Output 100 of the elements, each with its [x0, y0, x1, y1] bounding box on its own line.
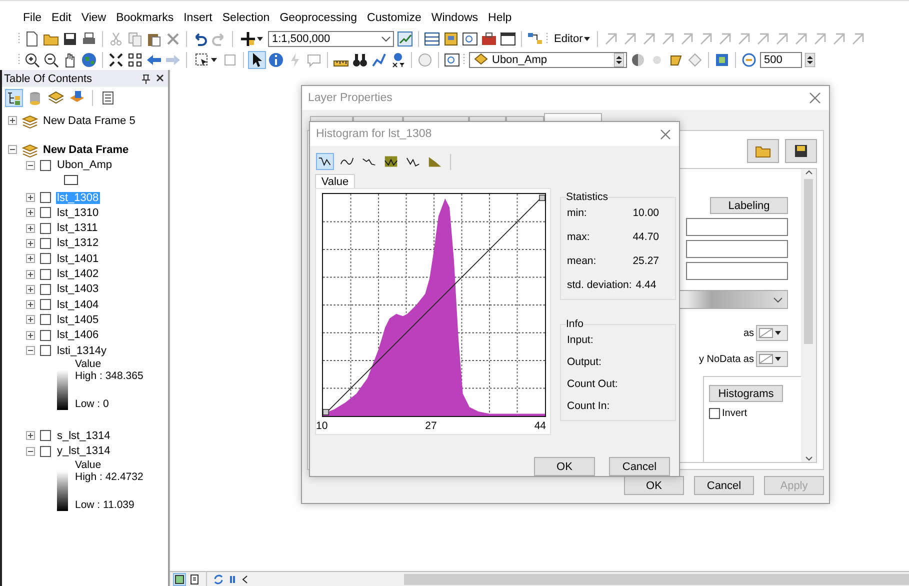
save-button[interactable]	[785, 139, 817, 163]
text-field[interactable]	[686, 262, 788, 280]
chevron-down-icon[interactable]	[773, 296, 783, 304]
expand-toggle[interactable]	[26, 193, 35, 202]
menu-item[interactable]: View	[76, 10, 112, 26]
scroll-up-icon[interactable]	[804, 169, 812, 175]
menu-item[interactable]: Windows	[426, 10, 484, 26]
menu-item[interactable]: Geoprocessing	[274, 10, 362, 26]
resolution-icon[interactable]	[741, 52, 757, 68]
layer-name[interactable]: lst_1402	[56, 268, 100, 280]
save-icon[interactable]	[62, 30, 78, 46]
ok-button[interactable]: OK	[534, 457, 595, 476]
image-window-icon[interactable]	[714, 52, 730, 68]
layer-diamond-icon[interactable]	[473, 52, 489, 68]
layer-name[interactable]: lst_1401	[56, 252, 100, 265]
go-to-xy-icon[interactable]	[390, 52, 406, 68]
menu-item[interactable]: Edit	[46, 10, 76, 26]
data-view-icon[interactable]	[174, 574, 185, 584]
layer-checkbox[interactable]	[40, 268, 51, 280]
layer-checkbox[interactable]	[40, 330, 51, 341]
list-by-drawing-order-icon[interactable]	[6, 90, 22, 106]
layer-name[interactable]: lsti_1314y	[56, 344, 108, 356]
layer-name[interactable]: s_lst_1314	[56, 430, 112, 442]
fixed-zoom-in-icon[interactable]	[108, 52, 124, 68]
layer-name[interactable]: lst_1405	[56, 314, 100, 326]
options-list-icon[interactable]	[100, 90, 116, 106]
caret-icon[interactable]	[584, 36, 590, 42]
close-icon[interactable]	[156, 74, 164, 82]
histograms-button[interactable]: Histograms	[709, 385, 783, 402]
layer-name[interactable]: lst_1403	[56, 283, 100, 296]
text-field[interactable]	[686, 218, 788, 236]
layer-checkbox[interactable]	[40, 222, 51, 234]
menu-item[interactable]: Customize	[362, 10, 426, 26]
collapse-toggle[interactable]	[26, 446, 35, 456]
color-ramp-dropdown[interactable]	[678, 290, 788, 309]
menu-item[interactable]: Insert	[178, 10, 218, 26]
symbol-dropdown[interactable]	[756, 325, 788, 341]
scroll-down-icon[interactable]	[804, 456, 812, 462]
delete-icon[interactable]	[165, 30, 181, 46]
menu-item[interactable]: Bookmarks	[111, 10, 179, 26]
chevron-down-icon[interactable]	[381, 34, 391, 42]
cancel-button[interactable]: Cancel	[609, 457, 670, 476]
spinner-arrows-icon[interactable]	[805, 52, 815, 66]
expand-toggle[interactable]	[26, 284, 35, 294]
spinner-arrows-icon[interactable]	[614, 52, 624, 66]
editor-menu-button[interactable]: Editor	[552, 32, 592, 44]
collapse-toggle[interactable]	[8, 145, 17, 154]
layer-checkbox[interactable]	[40, 253, 51, 264]
expand-toggle[interactable]	[26, 431, 35, 440]
layer-dropdown[interactable]: Ubon_Amp	[469, 52, 627, 68]
expand-toggle[interactable]	[8, 116, 17, 126]
scale-dropdown[interactable]: 1:1,500,000	[268, 30, 394, 46]
add-data-icon[interactable]	[240, 30, 256, 46]
expand-toggle[interactable]	[26, 208, 35, 218]
layout-view-icon[interactable]	[189, 574, 200, 584]
collapse-toggle[interactable]	[26, 346, 35, 355]
catalog-icon[interactable]	[443, 30, 459, 46]
data-frame-name[interactable]: New Data Frame 5	[43, 114, 136, 127]
layer-checkbox[interactable]	[40, 192, 51, 204]
vertical-scrollbar[interactable]	[801, 169, 816, 462]
resolution-field[interactable]: 500	[760, 52, 802, 68]
menu-item[interactable]: Help	[483, 10, 517, 26]
layer-checkbox[interactable]	[40, 284, 51, 295]
expand-toggle[interactable]	[26, 224, 35, 233]
layers-icon[interactable]	[48, 90, 64, 106]
data-frame-name[interactable]: New Data Frame	[43, 144, 129, 156]
pin-icon[interactable]	[142, 74, 150, 84]
layer-checkbox[interactable]	[40, 160, 51, 171]
open-folder-button[interactable]	[747, 139, 779, 163]
expand-toggle[interactable]	[26, 330, 35, 340]
viewer-window-icon[interactable]	[462, 30, 478, 46]
layer-checkbox[interactable]	[40, 430, 51, 442]
menu-item[interactable]: File	[18, 10, 47, 26]
layer-name[interactable]: lst_1404	[56, 298, 100, 311]
layer-name[interactable]: lst_1310	[56, 206, 100, 219]
viewer-window-icon[interactable]	[444, 52, 460, 68]
model-builder-icon[interactable]	[527, 30, 543, 46]
text-field[interactable]	[686, 240, 788, 258]
cancel-button[interactable]: Cancel	[694, 476, 754, 495]
contrast-icon[interactable]	[630, 52, 646, 68]
layer-checkbox[interactable]	[40, 314, 51, 326]
expand-toggle[interactable]	[26, 300, 35, 310]
route-icon[interactable]	[371, 52, 387, 68]
zoom-to-layer-icon[interactable]	[397, 30, 413, 46]
binoculars-icon[interactable]	[352, 52, 368, 68]
caret-icon[interactable]	[257, 36, 263, 42]
layer-checkbox[interactable]	[40, 299, 51, 310]
window-icon[interactable]	[500, 30, 516, 46]
zoom-in-icon[interactable]	[24, 52, 40, 68]
layer-checkbox[interactable]	[40, 238, 51, 249]
layer-name[interactable]: Ubon_Amp	[56, 159, 114, 172]
new-document-icon[interactable]	[24, 30, 40, 46]
select-features-icon[interactable]	[194, 52, 210, 68]
collapse-toggle[interactable]	[26, 160, 35, 170]
expand-toggle[interactable]	[26, 238, 35, 248]
invert-checkbox[interactable]	[709, 408, 720, 419]
refresh-icon[interactable]	[213, 574, 224, 584]
layer-name[interactable]: lst_1406	[56, 329, 100, 342]
scroll-left-icon[interactable]	[241, 574, 250, 584]
identify-icon[interactable]	[268, 52, 284, 68]
